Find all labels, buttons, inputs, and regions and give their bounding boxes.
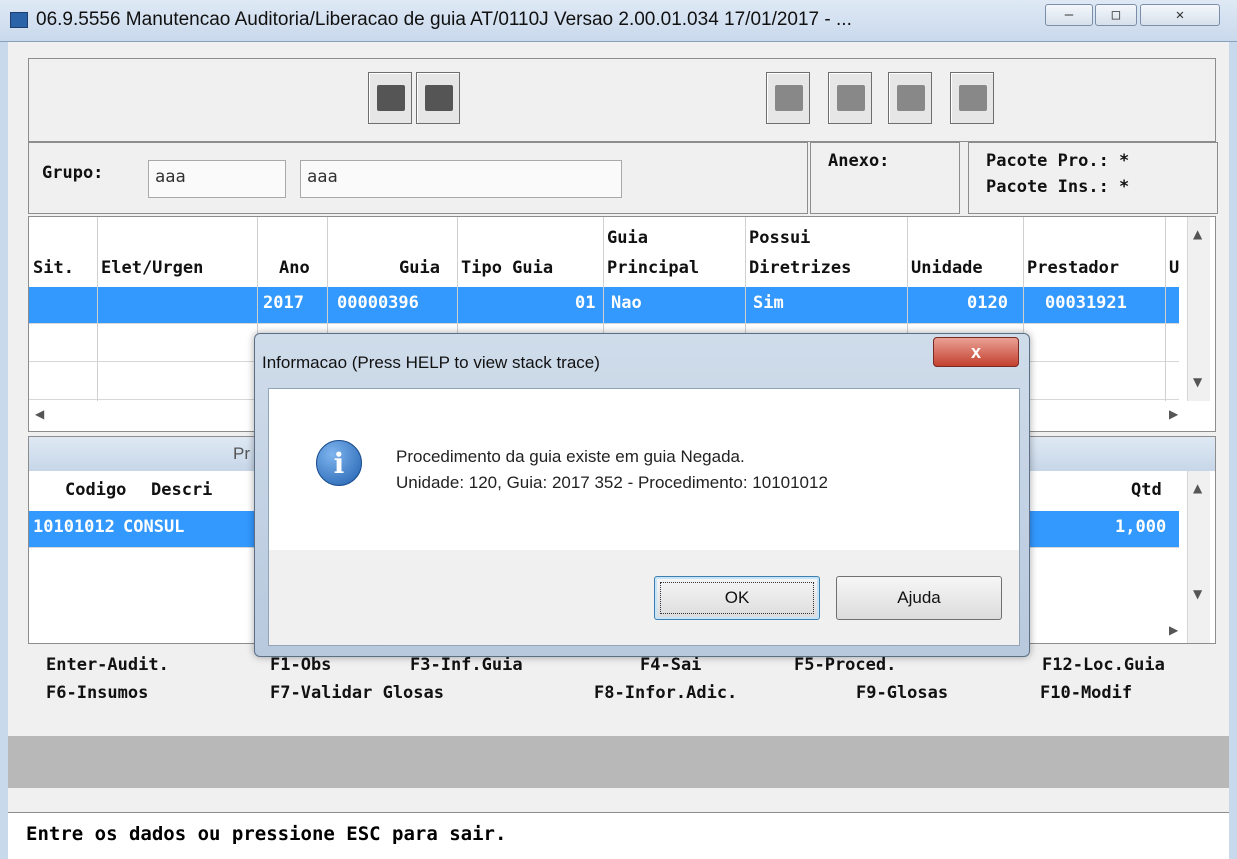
users-button[interactable]	[416, 72, 460, 124]
col-principal: Principal	[607, 258, 700, 278]
grupo-label: Grupo:	[42, 163, 104, 183]
col-unidade: Unidade	[911, 258, 983, 278]
briefcase-button[interactable]	[368, 72, 412, 124]
dialog-message-line1: Procedimento da guia existe em guia Nega…	[396, 447, 745, 466]
briefcase-icon	[377, 85, 405, 111]
scroll-right-icon[interactable]: ▶	[1169, 623, 1178, 637]
fkey-f8[interactable]: F8-Infor.Adic.	[594, 683, 737, 703]
help-icon	[959, 85, 987, 111]
col-ano: Ano	[279, 258, 310, 278]
fkey-f6[interactable]: F6-Insumos	[46, 683, 148, 703]
cell-tipo: 01	[575, 293, 596, 313]
col-guia: Guia	[399, 258, 440, 278]
pacote-ins-label: Pacote Ins.: *	[986, 177, 1130, 197]
cell-descricao: CONSUL	[123, 517, 185, 537]
col-descricao: Descri	[151, 480, 213, 500]
toolbar	[28, 58, 1216, 142]
col-guia-principal-top: Guia	[607, 228, 648, 248]
grupo-field-1[interactable]: aaa	[148, 160, 286, 198]
print-icon	[837, 85, 865, 111]
col-elet-urgen: Elet/Urgen	[101, 258, 204, 278]
cell-qtd: 1,000	[1115, 517, 1167, 537]
exit-door-icon	[897, 85, 925, 111]
cell-diretrizes: Sim	[753, 293, 784, 313]
fkey-f9[interactable]: F9-Glosas	[856, 683, 948, 703]
col-diretrizes: Diretrizes	[749, 258, 852, 278]
col-codigo: Codigo	[65, 480, 127, 500]
f-icon	[775, 85, 803, 111]
scroll-left-icon[interactable]: ◀	[35, 407, 44, 421]
col-sit: Sit.	[33, 258, 74, 278]
scroll-right-icon[interactable]: ▶	[1169, 407, 1178, 421]
cell-unidade: 0120	[967, 293, 1008, 313]
app-icon	[10, 12, 28, 28]
close-window-button[interactable]: ✕	[1140, 4, 1220, 26]
col-tipo-guia: Tipo Guia	[461, 258, 554, 278]
ok-button[interactable]: OK	[654, 576, 820, 620]
minimize-button[interactable]: —	[1045, 4, 1093, 26]
grid-scrollbar[interactable]	[1187, 217, 1210, 401]
dialog-close-button[interactable]: x	[933, 337, 1019, 367]
col-qtd: Qtd	[1131, 480, 1162, 500]
fkey-f4[interactable]: F4-Sai	[640, 655, 701, 675]
col-extra: U	[1169, 258, 1180, 278]
fkey-f3[interactable]: F3-Inf.Guia	[410, 655, 523, 675]
dialog-body	[268, 388, 1020, 550]
pacote-pro-label: Pacote Pro.: *	[986, 151, 1130, 171]
procedimento-section-label: Pr	[233, 444, 250, 463]
print-button[interactable]	[828, 72, 872, 124]
col-possui-top: Possui	[749, 228, 811, 248]
window-title: 06.9.5556 Manutencao Auditoria/Liberacao…	[36, 9, 852, 30]
grupo-field-2[interactable]: aaa	[300, 160, 622, 198]
help-button[interactable]	[950, 72, 994, 124]
fkey-enter-audit[interactable]: Enter-Audit.	[46, 655, 169, 675]
fkey-f5[interactable]: F5-Proced.	[794, 655, 896, 675]
gray-band	[8, 736, 1229, 788]
exit-button[interactable]	[888, 72, 932, 124]
ajuda-button[interactable]: Ajuda	[836, 576, 1002, 620]
users-icon	[425, 85, 453, 111]
col-prestador: Prestador	[1027, 258, 1120, 278]
grid2-scrollbar[interactable]	[1187, 471, 1210, 643]
f-button[interactable]	[766, 72, 810, 124]
fkey-f12[interactable]: F12-Loc.Guia	[1042, 655, 1165, 675]
cell-codigo: 10101012	[33, 517, 115, 537]
dialog-title: Informacao (Press HELP to view stack tra…	[262, 353, 600, 372]
dialog-message-line2: Unidade: 120, Guia: 2017 352 - Procedime…	[396, 473, 828, 492]
status-text: Entre os dados ou pressione ESC para sai…	[26, 823, 507, 845]
fkey-f10[interactable]: F10-Modif	[1040, 683, 1132, 703]
fkey-f7[interactable]: F7-Validar Glosas	[270, 683, 444, 703]
anexo-label: Anexo:	[828, 151, 890, 171]
scroll-down-icon[interactable]: ▼	[1193, 375, 1202, 389]
maximize-button[interactable]: □	[1095, 4, 1137, 26]
cell-guia: 00000396	[337, 293, 419, 313]
fkey-f1[interactable]: F1-Obs	[270, 655, 331, 675]
table-row[interactable]: 2017 00000396 01 Nao Sim 0120 00031921	[29, 287, 1179, 324]
cell-principal: Nao	[611, 293, 642, 313]
scroll-up-icon[interactable]: ▲	[1193, 227, 1202, 241]
scroll-up-icon[interactable]: ▲	[1193, 481, 1202, 495]
info-icon: i	[316, 440, 362, 486]
cell-ano: 2017	[263, 293, 304, 313]
cell-prestador: 00031921	[1045, 293, 1127, 313]
scroll-down-icon[interactable]: ▼	[1193, 587, 1202, 601]
